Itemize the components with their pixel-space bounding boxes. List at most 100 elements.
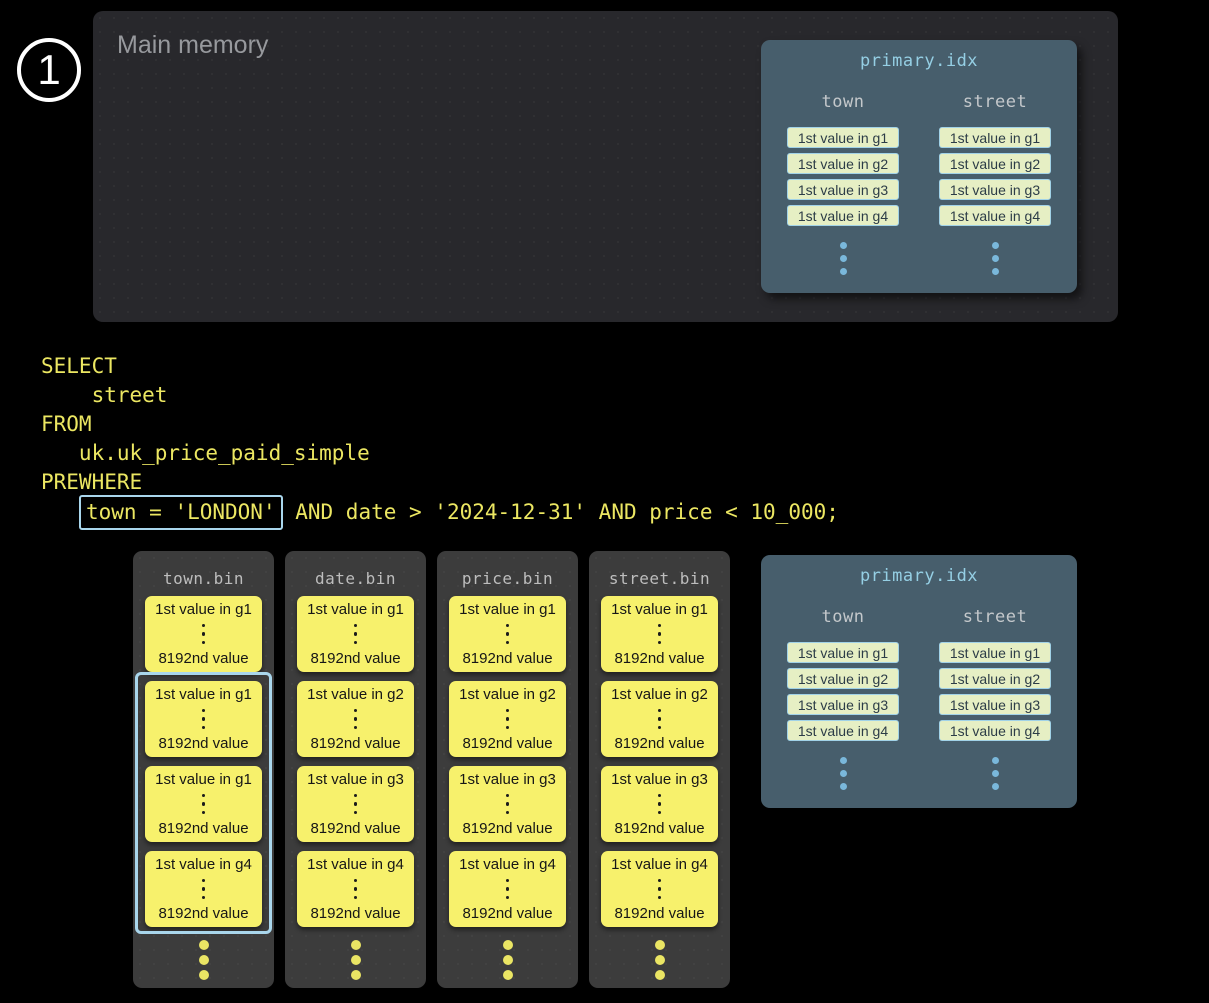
granule-last-value: 8192nd value	[310, 735, 400, 752]
bin-file-title: price.bin	[437, 569, 578, 588]
granule-first-value: 1st value in g3	[611, 771, 708, 788]
index-entry: 1st value in g4	[939, 720, 1051, 741]
ellipsis-dots	[354, 709, 358, 730]
granule-last-value: 8192nd value	[614, 820, 704, 837]
granule: 1st value in g1 8192nd value	[145, 596, 262, 672]
index-entry: 1st value in g1	[939, 642, 1051, 663]
granule-first-value: 1st value in g1	[307, 601, 404, 618]
granule-last-value: 8192nd value	[158, 650, 248, 667]
granule-first-value: 1st value in g4	[307, 856, 404, 873]
sql-line-street: street	[41, 381, 167, 410]
primary-index-box-disk: primary.idx town 1st value in g1 1st val…	[761, 555, 1077, 808]
index-entry: 1st value in g3	[939, 694, 1051, 715]
index-entry: 1st value in g3	[939, 179, 1051, 200]
ellipsis-dots	[589, 940, 730, 980]
granule: 1st value in g1 8192nd value	[145, 681, 262, 757]
index-entry: 1st value in g4	[787, 205, 899, 226]
granule: 1st value in g1 8192nd value	[297, 596, 414, 672]
ellipsis-dots	[506, 794, 510, 815]
ellipsis-dots	[506, 709, 510, 730]
bin-file-town: town.bin 1st value in g1 8192nd value 1s…	[133, 551, 274, 988]
ellipsis-dots	[202, 879, 206, 900]
sql-line-from: FROM	[41, 410, 92, 439]
granule-first-value: 1st value in g2	[611, 686, 708, 703]
index-entry: 1st value in g2	[939, 153, 1051, 174]
sql-indent	[41, 500, 79, 524]
primary-index-box-memory: primary.idx town 1st value in g1 1st val…	[761, 40, 1077, 293]
granule-first-value: 1st value in g3	[459, 771, 556, 788]
index-column-street: street 1st value in g1 1st value in g2 1…	[939, 92, 1051, 275]
ellipsis-dots	[658, 879, 662, 900]
ellipsis-dots	[202, 709, 206, 730]
index-entry: 1st value in g2	[787, 668, 899, 689]
granule: 1st value in g2 8192nd value	[297, 681, 414, 757]
bin-file-date: date.bin 1st value in g1 8192nd value 1s…	[285, 551, 426, 988]
ellipsis-dots	[437, 940, 578, 980]
index-entry: 1st value in g3	[787, 179, 899, 200]
index-column-header-street: street	[963, 92, 1027, 112]
granule-last-value: 8192nd value	[462, 735, 552, 752]
granule: 1st value in g4 8192nd value	[145, 851, 262, 927]
index-entry: 1st value in g4	[939, 205, 1051, 226]
ellipsis-dots	[992, 757, 999, 790]
granule-last-value: 8192nd value	[310, 820, 400, 837]
index-entry: 1st value in g1	[787, 642, 899, 663]
ellipsis-dots	[840, 757, 847, 790]
index-column-header-town: town	[822, 607, 865, 627]
main-memory-title: Main memory	[117, 31, 268, 60]
ellipsis-dots	[658, 624, 662, 645]
bin-file-title: date.bin	[285, 569, 426, 588]
ellipsis-dots	[658, 709, 662, 730]
ellipsis-dots	[506, 624, 510, 645]
granule: 1st value in g1 8192nd value	[449, 596, 566, 672]
bin-file-title: town.bin	[133, 569, 274, 588]
sql-line-predicates: town = 'LONDON' AND date > '2024-12-31' …	[41, 497, 839, 528]
index-column-header-street: street	[963, 607, 1027, 627]
index-entry: 1st value in g2	[939, 668, 1051, 689]
primary-index-columns: town 1st value in g1 1st value in g2 1st…	[761, 607, 1077, 790]
ellipsis-dots	[354, 624, 358, 645]
ellipsis-dots	[992, 242, 999, 275]
index-entry: 1st value in g4	[787, 720, 899, 741]
step-number-badge: 1	[17, 38, 81, 102]
index-entry: 1st value in g1	[939, 127, 1051, 148]
bin-file-street: street.bin 1st value in g1 8192nd value …	[589, 551, 730, 988]
bin-file-price: price.bin 1st value in g1 8192nd value 1…	[437, 551, 578, 988]
granule: 1st value in g2 8192nd value	[601, 681, 718, 757]
highlighted-predicate: town = 'LONDON'	[79, 495, 283, 530]
diagram-canvas: 1 Main memory primary.idx town 1st value…	[0, 0, 1209, 1003]
granule-first-value: 1st value in g4	[459, 856, 556, 873]
granule: 1st value in g4 8192nd value	[601, 851, 718, 927]
granule-first-value: 1st value in g3	[307, 771, 404, 788]
main-memory-panel: Main memory primary.idx town 1st value i…	[93, 11, 1118, 322]
granule: 1st value in g4 8192nd value	[297, 851, 414, 927]
bin-file-title: street.bin	[589, 569, 730, 588]
granule-last-value: 8192nd value	[158, 820, 248, 837]
granule-first-value: 1st value in g2	[459, 686, 556, 703]
granule-last-value: 8192nd value	[310, 650, 400, 667]
granule-last-value: 8192nd value	[158, 735, 248, 752]
granule: 1st value in g3 8192nd value	[601, 766, 718, 842]
index-entry: 1st value in g3	[787, 694, 899, 715]
granule-first-value: 1st value in g1	[155, 686, 252, 703]
primary-index-title: primary.idx	[761, 51, 1077, 71]
granule-first-value: 1st value in g2	[307, 686, 404, 703]
primary-index-title: primary.idx	[761, 566, 1077, 586]
granule: 1st value in g3 8192nd value	[449, 766, 566, 842]
ellipsis-dots	[354, 794, 358, 815]
granule: 1st value in g1 8192nd value	[145, 766, 262, 842]
index-column-town: town 1st value in g1 1st value in g2 1st…	[787, 607, 899, 790]
granule-last-value: 8192nd value	[462, 820, 552, 837]
index-entry: 1st value in g1	[787, 127, 899, 148]
granule-last-value: 8192nd value	[462, 650, 552, 667]
granule-last-value: 8192nd value	[614, 650, 704, 667]
ellipsis-dots	[285, 940, 426, 980]
ellipsis-dots	[133, 940, 274, 980]
granule-first-value: 1st value in g4	[155, 856, 252, 873]
granule: 1st value in g4 8192nd value	[449, 851, 566, 927]
granule-first-value: 1st value in g1	[611, 601, 708, 618]
ellipsis-dots	[658, 794, 662, 815]
granule: 1st value in g1 8192nd value	[601, 596, 718, 672]
granule-last-value: 8192nd value	[310, 905, 400, 922]
granule-first-value: 1st value in g1	[459, 601, 556, 618]
